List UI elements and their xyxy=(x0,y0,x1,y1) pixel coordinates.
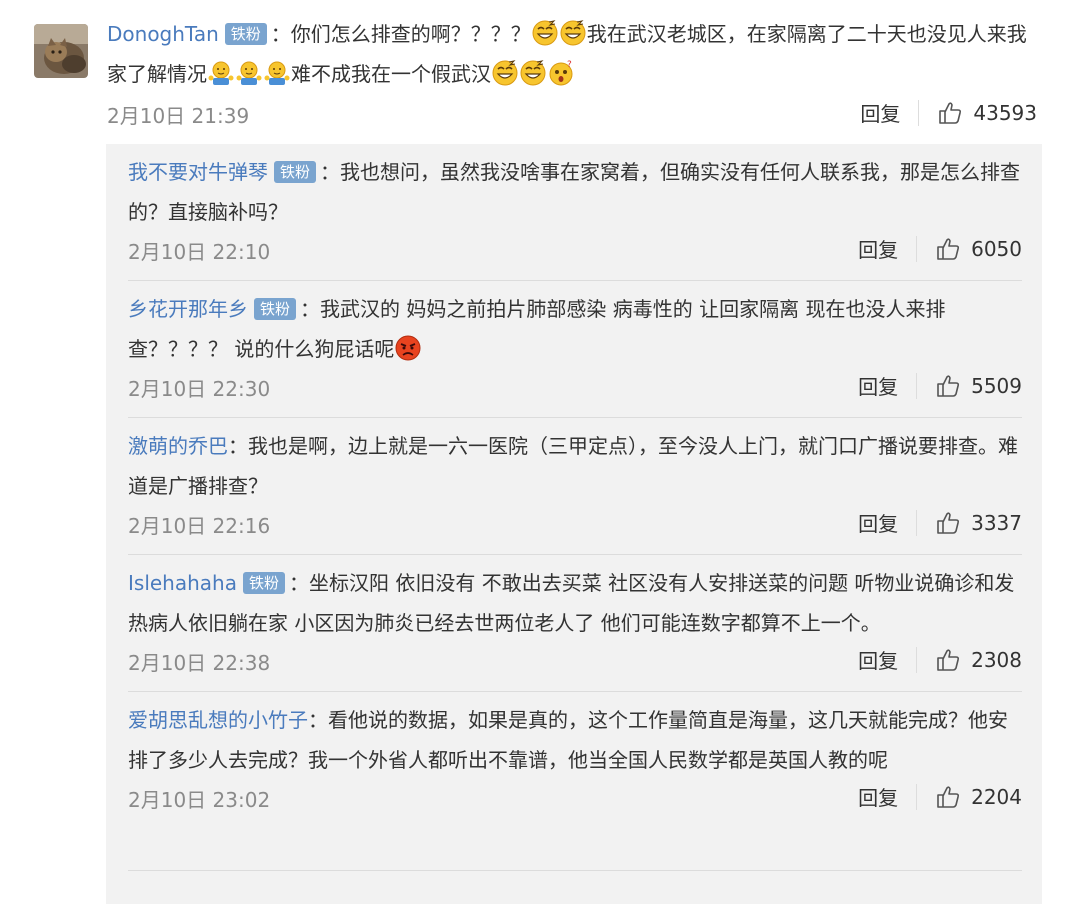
reply-text: 我不要对牛弹琴 铁粉 ：我也想问，虽然我没啥事在家窝着，但确实没有任何人联系我，那是… xyxy=(128,152,1022,232)
reply-actions: 回复 5509 xyxy=(858,371,1022,400)
grin-emoji-icon xyxy=(560,20,586,46)
username-link[interactable]: 激萌的乔巴 xyxy=(128,434,228,458)
like-button[interactable]: 43593 xyxy=(937,100,1037,126)
reply-text: 乡花开那年乡 铁粉 ：我武汉的 妈妈之前拍片肺部感染 病毒性的 让回家隔离 现在也没… xyxy=(128,289,1022,369)
comment-text: DonoghTan 铁粉 ：你们怎么排查的啊？？？？ 我在武汉老城区，在家隔离了二十天… xyxy=(107,14,1037,94)
reply-content: ：我武汉的 妈妈之前拍片肺部感染 病毒性的 让回家隔离 现在也没人来排查？？？？… xyxy=(128,297,946,361)
like-count: 2204 xyxy=(971,784,1022,809)
angry-emoji-icon xyxy=(395,335,421,361)
comment-actions: 回复 43593 xyxy=(860,98,1037,127)
reply-button[interactable]: 回复 xyxy=(858,234,898,263)
reply-text: Islehahaha 铁粉 ：坐标汉阳 依旧没有 不敢出去买菜 社区没有人安排送菜的… xyxy=(128,563,1022,643)
thumbs-up-icon xyxy=(935,510,961,536)
comment-meta: 2月10日 21:39 回复 43593 xyxy=(107,94,1037,134)
reply-button[interactable]: 回复 xyxy=(858,371,898,400)
thumbs-up-icon xyxy=(937,100,963,126)
main-comment: DonoghTan 铁粉 ：你们怎么排查的啊？？？？ 我在武汉老城区，在家隔离了二十天… xyxy=(107,14,1037,134)
reply-item: 激萌的乔巴：我也是啊，边上就是一六一医院（三甲定点），至今没人上门，就门口广播说… xyxy=(128,418,1022,555)
reply-meta: 2月10日 22:30 回复 5509 xyxy=(128,369,1022,409)
reply-button[interactable]: 回复 xyxy=(858,782,898,811)
reply-actions: 回复 3337 xyxy=(858,508,1022,537)
reply-meta: 2月10日 22:38 回复 2308 xyxy=(128,643,1022,683)
reply-actions: 回复 2308 xyxy=(858,645,1022,674)
grin-emoji-icon xyxy=(492,60,518,86)
thumbs-up-icon xyxy=(935,236,961,262)
reply-meta: 2月10日 22:10 回复 6050 xyxy=(128,232,1022,272)
reply-actions: 回复 6050 xyxy=(858,234,1022,263)
thumbs-up-icon xyxy=(935,784,961,810)
comment-text-part3: 难不成我在一个假武汉 xyxy=(291,62,491,86)
grin-emoji-icon xyxy=(520,60,546,86)
shrug-emoji-icon xyxy=(264,60,290,86)
username-link[interactable]: 乡花开那年乡 xyxy=(128,297,248,321)
shocked-emoji-icon xyxy=(548,60,574,86)
like-button[interactable]: 6050 xyxy=(935,236,1022,262)
thumbs-up-icon xyxy=(935,647,961,673)
timestamp: 2月10日 22:16 xyxy=(128,514,271,538)
timestamp: 2月10日 21:39 xyxy=(107,104,250,128)
like-count: 5509 xyxy=(971,373,1022,398)
divider xyxy=(916,372,918,399)
fan-badge[interactable]: 铁粉 xyxy=(274,161,317,183)
divider xyxy=(916,509,918,536)
reply-actions: 回复 2204 xyxy=(858,782,1022,811)
username-link[interactable]: 我不要对牛弹琴 xyxy=(128,160,268,184)
like-count: 6050 xyxy=(971,236,1022,261)
shrug-emoji-icon xyxy=(208,60,234,86)
timestamp: 2月10日 22:10 xyxy=(128,240,271,264)
username-link[interactable]: Islehahaha xyxy=(128,571,237,595)
divider xyxy=(918,99,920,126)
reply-button[interactable]: 回复 xyxy=(858,645,898,674)
timestamp: 2月10日 22:38 xyxy=(128,651,271,675)
reply-content: ：我也是啊，边上就是一六一医院（三甲定点），至今没人上门，就门口广播说要排查。难… xyxy=(128,434,1018,498)
reply-button[interactable]: 回复 xyxy=(860,98,900,127)
reply-item: 爱胡思乱想的小竹子：看他说的数据，如果是真的，这个工作量简直是海量，这几天就能完… xyxy=(128,692,1022,871)
like-count: 2308 xyxy=(971,647,1022,672)
reply-meta: 2月10日 22:16 回复 3337 xyxy=(128,506,1022,546)
username-link[interactable]: DonoghTan xyxy=(107,22,219,46)
reply-text: 爱胡思乱想的小竹子：看他说的数据，如果是真的，这个工作量简直是海量，这几天就能完… xyxy=(128,700,1022,780)
reply-text: 激萌的乔巴：我也是啊，边上就是一六一医院（三甲定点），至今没人上门，就门口广播说… xyxy=(128,426,1022,506)
comment-text-part1: ：你们怎么排查的啊？？？？ xyxy=(270,22,531,46)
divider xyxy=(916,235,918,262)
reply-item: Islehahaha 铁粉 ：坐标汉阳 依旧没有 不敢出去买菜 社区没有人安排送菜的… xyxy=(128,555,1022,692)
fan-badge[interactable]: 铁粉 xyxy=(242,572,285,594)
timestamp: 2月10日 23:02 xyxy=(128,788,271,812)
replies-panel: 我不要对牛弹琴 铁粉 ：我也想问，虽然我没啥事在家窝着，但确实没有任何人联系我，那是… xyxy=(106,144,1042,904)
like-button[interactable]: 2204 xyxy=(935,784,1022,810)
username-link[interactable]: 爱胡思乱想的小竹子 xyxy=(128,708,308,732)
divider xyxy=(916,783,918,810)
fan-badge[interactable]: 铁粉 xyxy=(224,23,267,45)
like-button[interactable]: 3337 xyxy=(935,510,1022,536)
fan-badge[interactable]: 铁粉 xyxy=(254,298,297,320)
like-button[interactable]: 5509 xyxy=(935,373,1022,399)
reply-item: 我不要对牛弹琴 铁粉 ：我也想问，虽然我没啥事在家窝着，但确实没有任何人联系我，那是… xyxy=(128,144,1022,281)
reply-item: 乡花开那年乡 铁粉 ：我武汉的 妈妈之前拍片肺部感染 病毒性的 让回家隔离 现在也没… xyxy=(128,281,1022,418)
like-button[interactable]: 2308 xyxy=(935,647,1022,673)
reply-button[interactable]: 回复 xyxy=(858,508,898,537)
like-count: 3337 xyxy=(971,510,1022,535)
shrug-emoji-icon xyxy=(236,60,262,86)
like-count: 43593 xyxy=(973,100,1037,125)
reply-meta: 2月10日 23:02 回复 2204 xyxy=(128,780,1022,820)
timestamp: 2月10日 22:30 xyxy=(128,377,271,401)
grin-emoji-icon xyxy=(532,20,558,46)
divider xyxy=(916,646,918,673)
thumbs-up-icon xyxy=(935,373,961,399)
avatar[interactable] xyxy=(34,24,88,78)
